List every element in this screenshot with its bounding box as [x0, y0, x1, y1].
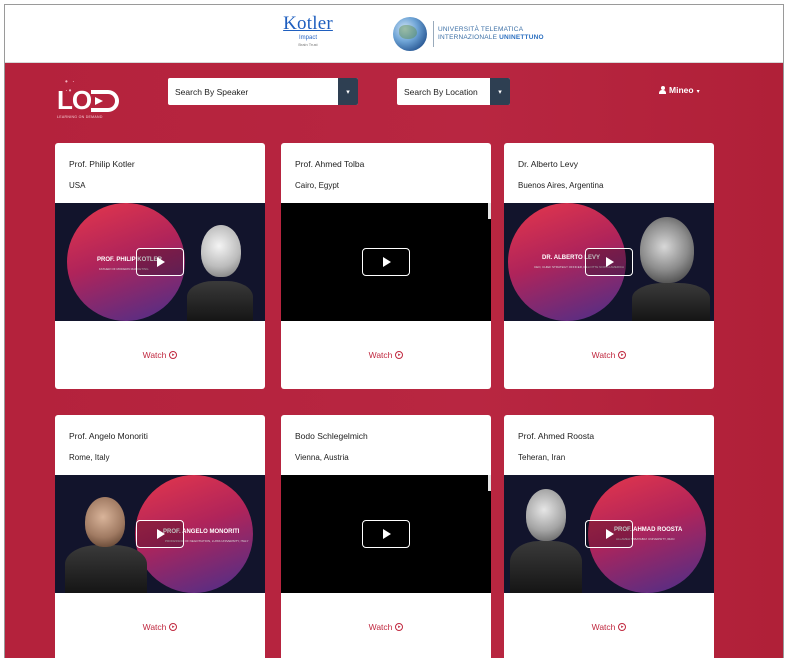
logo-divider	[433, 21, 434, 47]
uninettuno-logo[interactable]: UNIVERSITÀ TELEMATICA INTERNAZIONALE UNI…	[393, 17, 563, 51]
card-info: Prof. Ahmed Tolba Cairo, Egypt	[281, 143, 491, 203]
speaker-card: Prof. Angelo Monoriti Rome, Italy PROF. …	[55, 415, 265, 658]
watch-icon: ▸	[618, 623, 627, 631]
user-name: Mineo	[669, 85, 694, 95]
speaker-card: Dr. Alberto Levy Buenos Aires, Argentina…	[504, 143, 714, 389]
video-scrollbar[interactable]	[488, 475, 491, 491]
play-button[interactable]	[585, 520, 633, 548]
watch-icon: ▸	[169, 351, 178, 359]
play-icon	[383, 257, 391, 267]
kotler-logo-title: Kotler	[283, 13, 333, 34]
video-player[interactable]: DR. ALBERTO LEVY CEO, CHIEF STRATEGY OFF…	[504, 203, 714, 321]
lod-logo[interactable]: • · ·• LO LEARNING ON DEMAND	[57, 77, 127, 121]
video-player[interactable]: PROF. AHMAD ROOSTA ALLAMEH TABATABA'I UN…	[504, 475, 714, 593]
card-info: Prof. Angelo Monoriti Rome, Italy	[55, 415, 265, 475]
speaker-body	[632, 283, 710, 321]
card-info: Prof. Ahmed Roosta Teheran, Iran	[504, 415, 714, 475]
speaker-location: Vienna, Austria	[295, 453, 349, 462]
play-icon	[157, 257, 165, 267]
card-info: Prof. Philip Kotler USA	[55, 143, 265, 203]
play-icon	[157, 529, 165, 539]
speaker-name: Prof. Philip Kotler	[69, 159, 135, 169]
watch-label: Watch	[591, 622, 616, 632]
uni-line-2b: UNINETTUNO	[499, 34, 544, 41]
speaker-search-select[interactable]: Search By Speaker ▾	[168, 78, 358, 105]
play-button[interactable]	[136, 248, 184, 276]
video-player[interactable]: PROF. ANGELO MONORITI PROFESSOR OF NEGOT…	[55, 475, 265, 593]
watch-link[interactable]: Watch ▸	[504, 321, 714, 389]
uni-line-2a: INTERNAZIONALE	[438, 34, 500, 41]
watch-label: Watch	[368, 350, 393, 360]
page-frame: Kotler Impact Brain Trust UNIVERSITÀ TEL…	[4, 4, 784, 658]
speaker-body	[187, 281, 253, 321]
speaker-card: Prof. Ahmed Tolba Cairo, Egypt Watch ▸	[281, 143, 491, 389]
watch-link[interactable]: Watch ▸	[281, 321, 491, 389]
play-icon	[383, 529, 391, 539]
kotler-impact-logo[interactable]: Kotler Impact Brain Trust	[273, 13, 343, 53]
video-player[interactable]	[281, 203, 491, 321]
speaker-name: Prof. Ahmed Tolba	[295, 159, 365, 169]
watch-icon: ▸	[169, 623, 178, 631]
location-search-select[interactable]: Search By Location ▾	[397, 78, 510, 105]
user-menu[interactable]: Mineo ▾	[659, 85, 700, 95]
speaker-body	[65, 545, 147, 593]
speaker-location: Rome, Italy	[69, 453, 110, 462]
play-icon	[606, 529, 614, 539]
speaker-head	[201, 225, 241, 277]
watch-link[interactable]: Watch ▸	[281, 593, 491, 658]
play-button[interactable]	[585, 248, 633, 276]
speaker-location: Teheran, Iran	[518, 453, 566, 462]
speaker-name: Prof. Ahmed Roosta	[518, 431, 595, 441]
watch-link[interactable]: Watch ▸	[504, 593, 714, 658]
speaker-head	[526, 489, 566, 541]
play-d-icon	[91, 90, 119, 112]
watch-link[interactable]: Watch ▸	[55, 593, 265, 658]
watch-icon: ▸	[618, 351, 627, 359]
speaker-card: Prof. Philip Kotler USA PROF. PHILIP KOT…	[55, 143, 265, 389]
speaker-location: Cairo, Egypt	[295, 181, 340, 190]
partner-logo-bar: Kotler Impact Brain Trust UNIVERSITÀ TEL…	[5, 5, 783, 63]
watch-link[interactable]: Watch ▸	[55, 321, 265, 389]
watch-icon: ▸	[395, 351, 404, 359]
speaker-card: Bodo Schlegelmich Vienna, Austria Watch ▸	[281, 415, 491, 658]
speaker-search-label: Search By Speaker	[175, 86, 249, 97]
play-button[interactable]	[362, 248, 410, 276]
video-player[interactable]	[281, 475, 491, 593]
speaker-name: Prof. Angelo Monoriti	[69, 431, 148, 441]
speaker-head	[640, 217, 694, 283]
speaker-body	[510, 541, 582, 593]
watch-label: Watch	[591, 350, 616, 360]
watch-label: Watch	[142, 350, 167, 360]
kotler-logo-sub: Impact	[298, 35, 317, 41]
chevron-down-icon[interactable]: ▾	[490, 78, 510, 105]
video-player[interactable]: PROF. PHILIP KOTLER FATHER OF MODERN MAR…	[55, 203, 265, 321]
user-menu-caret: ▾	[696, 89, 700, 95]
card-info: Bodo Schlegelmich Vienna, Austria	[281, 415, 491, 475]
speaker-name: Bodo Schlegelmich	[295, 431, 368, 441]
lod-tagline: LEARNING ON DEMAND	[57, 115, 103, 119]
kotler-logo-sub2: Brain Trust	[298, 42, 318, 47]
main-content: • · ·• LO LEARNING ON DEMAND Search By Sp…	[5, 63, 783, 658]
video-scrollbar[interactable]	[488, 203, 491, 219]
play-button[interactable]	[362, 520, 410, 548]
uni-line-1: UNIVERSITÀ TELEMATICA	[438, 26, 524, 33]
speaker-location: Buenos Aires, Argentina	[518, 181, 604, 190]
location-search-label: Search By Location	[404, 86, 478, 97]
speaker-name: Dr. Alberto Levy	[518, 159, 579, 169]
watch-label: Watch	[142, 622, 167, 632]
watch-label: Watch	[368, 622, 393, 632]
speaker-head	[85, 497, 125, 547]
speaker-location: USA	[69, 181, 86, 190]
play-icon	[606, 257, 614, 267]
uni-line-2: INTERNAZIONALE UNINETTUNO	[438, 34, 544, 41]
chevron-down-icon[interactable]: ▾	[338, 78, 358, 105]
user-icon	[659, 86, 666, 94]
watch-icon: ▸	[395, 623, 404, 631]
card-info: Dr. Alberto Levy Buenos Aires, Argentina	[504, 143, 714, 203]
speaker-card: Prof. Ahmed Roosta Teheran, Iran PROF. A…	[504, 415, 714, 658]
globe-icon	[393, 17, 427, 51]
play-button[interactable]	[136, 520, 184, 548]
